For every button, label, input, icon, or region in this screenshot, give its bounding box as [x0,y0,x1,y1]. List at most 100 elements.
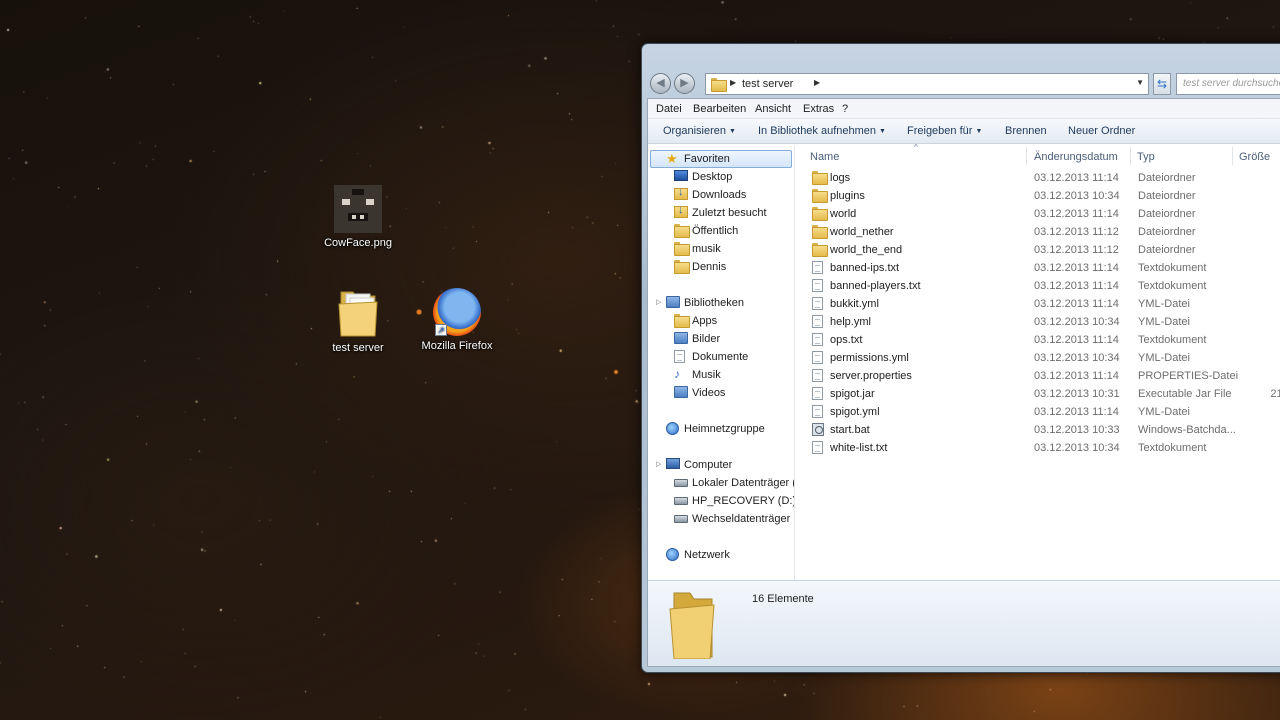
file-date: 03.12.2013 11:14 [1034,208,1119,220]
file-name: ops.txt [830,334,863,346]
menu-ansicht[interactable]: Ansicht [755,103,791,115]
desktop-icon-test-server[interactable]: test server [308,288,408,354]
pictures-icon [674,332,688,344]
file-date: 03.12.2013 11:14 [1034,406,1119,418]
column-separator[interactable] [1232,147,1233,165]
nav-label: Dokumente [692,351,749,363]
nav-label: Öffentlich [692,225,739,237]
file-date: 03.12.2013 10:34 [1034,352,1120,364]
file-row[interactable]: server.properties 03.12.2013 11:14 PROPERT… [796,367,1280,385]
file-name: banned-players.txt [830,280,921,292]
nav-label: Favoriten [684,153,730,165]
file-row[interactable]: world_the_end 03.12.2013 11:12 Dateiordner [796,241,1280,259]
file-type: Dateiordner [1138,226,1196,238]
file-type: Textdokument [1138,442,1207,454]
document-icon [812,387,823,400]
forward-button[interactable]: ▶ [674,73,695,94]
desktop-icon-label: CowFace.png [324,237,392,249]
explorer-content: Datei Bearbeiten Ansicht Extras ? Organi… [647,98,1280,667]
desktop-icon-label: Mozilla Firefox [421,340,493,352]
expand-arrow-icon[interactable]: ▷ [656,460,661,468]
folder-icon [674,314,690,328]
column-separator[interactable] [1130,147,1131,165]
folder-icon [812,225,828,239]
file-name: world_nether [830,226,894,238]
file-date: 03.12.2013 11:14 [1034,280,1119,292]
firefox-icon: ↗ [433,288,481,336]
file-row[interactable]: start.bat 03.12.2013 10:33 Windows-Batchda… [796,421,1280,439]
back-button[interactable]: ◀ [650,73,671,94]
file-row[interactable]: banned-ips.txt 03.12.2013 11:14 Textdokume… [796,259,1280,277]
desktop-icon-cowface[interactable]: CowFace.png [308,185,408,249]
file-row[interactable]: permissions.yml 03.12.2013 10:34 YML-Datei… [796,349,1280,367]
share-with-button[interactable]: Freigeben für ▼ [907,125,982,137]
file-row[interactable]: bukkit.yml 03.12.2013 11:14 YML-Datei 2 [796,295,1280,313]
column-header-date[interactable]: Änderungsdatum [1034,151,1118,163]
document-icon [812,441,823,454]
nav-label: Desktop [692,171,733,183]
expand-arrow-icon[interactable]: ▷ [656,298,661,306]
folder-icon [711,78,727,92]
column-header-type[interactable]: Typ [1137,151,1155,163]
breadcrumb-item[interactable]: test server [742,78,793,90]
file-row[interactable]: world_nether 03.12.2013 11:12 Dateiordner [796,223,1280,241]
file-date: 03.12.2013 11:14 [1034,172,1119,184]
file-type: Dateiordner [1138,172,1196,184]
documents-icon [674,350,685,363]
recent-places-icon [674,204,688,218]
document-icon [812,369,823,382]
document-icon [812,333,823,346]
desktop-icon [674,170,688,181]
document-icon [812,261,823,274]
document-icon [812,351,823,364]
organize-button[interactable]: Organisieren ▼ [663,125,736,137]
column-separator[interactable] [1026,147,1027,165]
star-icon: ★ [666,151,678,166]
file-row[interactable]: banned-players.txt 03.12.2013 11:14 Textdo… [796,277,1280,295]
address-bar[interactable]: ▶ test server ▶ ▼ [705,73,1149,95]
file-name: server.properties [830,370,912,382]
explorer-window[interactable]: ◀ ▶ ▶ test server ▶ ▼ ⇆ test server durc… [641,43,1280,673]
document-icon [812,315,823,328]
search-input[interactable]: test server durchsuchen [1176,73,1280,95]
refresh-button[interactable]: ⇆ [1153,73,1171,95]
column-headers: Name ^ Änderungsdatum Typ Größe [796,143,1280,167]
menu-datei[interactable]: Datei [656,103,682,115]
chevron-down-icon[interactable]: ▼ [1136,78,1144,87]
include-in-library-button[interactable]: In Bibliothek aufnehmen ▼ [758,125,886,137]
file-name: logs [830,172,851,184]
folder-icon [812,171,828,185]
file-date: 03.12.2013 11:14 [1034,334,1119,346]
file-size: 1 [1264,262,1280,274]
nav-label: Heimnetzgruppe [684,423,765,435]
breadcrumb-separator-icon[interactable]: ▶ [814,78,820,87]
sort-arrow-icon: ^ [914,143,918,152]
file-row[interactable]: help.yml 03.12.2013 10:34 YML-Datei 3 [796,313,1280,331]
file-size: 1 [1264,334,1280,346]
file-name: plugins [830,190,865,202]
column-header-size[interactable]: Größe [1239,151,1270,163]
file-row[interactable]: ops.txt 03.12.2013 11:14 Textdokument 1 [796,331,1280,349]
file-row[interactable]: world 03.12.2013 11:14 Dateiordner [796,205,1280,223]
nav-label: Dennis [692,261,727,273]
desktop-icon-firefox[interactable]: ↗ Mozilla Firefox [407,288,507,352]
burn-button[interactable]: Brennen [1005,125,1047,137]
new-folder-button[interactable]: Neuer Ordner [1068,125,1135,137]
file-row[interactable]: spigot.jar 03.12.2013 10:31 Executable Jar… [796,385,1280,403]
file-type: YML-Datei [1138,298,1190,310]
menu-extras[interactable]: Extras [803,103,834,115]
file-row[interactable]: spigot.yml 03.12.2013 11:14 YML-Datei 3 [796,403,1280,421]
column-header-name[interactable]: Name [810,151,839,163]
document-icon [812,405,823,418]
file-type: PROPERTIES-Datei [1138,370,1239,382]
file-type: YML-Datei [1138,316,1190,328]
nav-label: Computer [684,459,733,471]
folder-icon [337,288,379,338]
file-row[interactable]: plugins 03.12.2013 10:34 Dateiordner [796,187,1280,205]
file-row[interactable]: logs 03.12.2013 11:14 Dateiordner [796,169,1280,187]
file-date: 03.12.2013 11:14 [1034,262,1119,274]
navigation-pane[interactable]: ★ Favoriten Desktop Downloads Zuletzt be… [648,145,795,580]
file-row[interactable]: white-list.txt 03.12.2013 10:34 Textdokume… [796,439,1280,457]
menu-bearbeiten[interactable]: Bearbeiten [693,103,746,115]
menu-help[interactable]: ? [842,103,848,115]
